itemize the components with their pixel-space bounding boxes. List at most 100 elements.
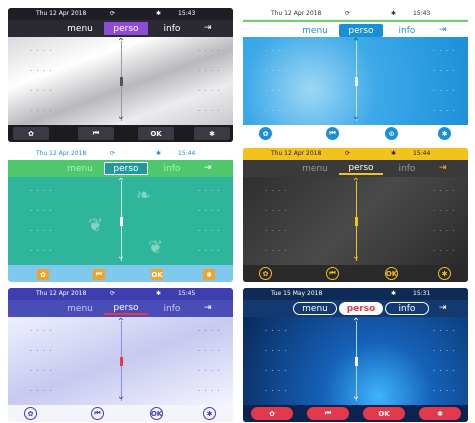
bluetooth-button[interactable]: ✱	[203, 407, 216, 420]
chevron-up-icon[interactable]: ⌃	[114, 317, 128, 328]
tab-info[interactable]: info	[385, 24, 429, 37]
exit-icon[interactable]: ⇥	[204, 303, 212, 313]
left-key-1[interactable]: · · · ·	[30, 187, 53, 195]
back-button[interactable]: ⏮	[91, 407, 104, 420]
scroll-thumb[interactable]	[355, 217, 358, 226]
settings-button[interactable]: ✿	[13, 127, 49, 140]
bluetooth-button[interactable]: ✱	[203, 269, 215, 280]
back-button[interactable]: ⏮	[78, 127, 114, 140]
bluetooth-button[interactable]: ✱	[419, 407, 461, 420]
right-key-1[interactable]: · · · ·	[198, 327, 221, 335]
left-key-3[interactable]: · · · ·	[265, 227, 288, 235]
right-key-4[interactable]: · · · ·	[198, 247, 221, 255]
settings-button[interactable]: ✿	[37, 269, 49, 280]
right-key-4[interactable]: · · · ·	[198, 107, 221, 115]
right-key-4[interactable]: · · · ·	[198, 387, 221, 395]
right-key-1[interactable]: · · · ·	[433, 47, 456, 55]
left-key-1[interactable]: · · · ·	[265, 47, 288, 55]
tab-info[interactable]: info	[150, 22, 194, 35]
ok-button[interactable]: OK	[150, 407, 163, 420]
right-key-2[interactable]: · · · ·	[433, 207, 456, 215]
chevron-down-icon[interactable]: ⌄	[114, 251, 128, 262]
ok-button[interactable]: OK	[385, 267, 398, 280]
back-button[interactable]: ⏮	[307, 407, 349, 420]
right-key-4[interactable]: · · · ·	[433, 387, 456, 395]
chevron-down-icon[interactable]: ⌄	[114, 111, 128, 122]
exit-icon[interactable]: ⇥	[204, 23, 212, 33]
tab-menu[interactable]: menu	[58, 22, 102, 35]
settings-button[interactable]: ✿	[24, 407, 37, 420]
chevron-up-icon[interactable]: ⌃	[349, 37, 363, 48]
left-key-4[interactable]: · · · ·	[265, 107, 288, 115]
left-key-4[interactable]: · · · ·	[265, 387, 288, 395]
tab-perso[interactable]: perso	[104, 22, 148, 35]
settings-button[interactable]: ✿	[259, 127, 272, 140]
right-key-2[interactable]: · · · ·	[433, 347, 456, 355]
right-key-2[interactable]: · · · ·	[198, 67, 221, 75]
tab-info[interactable]: info	[150, 302, 194, 315]
back-button[interactable]: ⏮	[93, 269, 105, 280]
bluetooth-button[interactable]: ✱	[438, 127, 451, 140]
left-key-3[interactable]: · · · ·	[30, 227, 53, 235]
tab-perso[interactable]: perso	[104, 302, 148, 315]
back-button[interactable]: ⏮	[326, 127, 339, 140]
exit-icon[interactable]: ⇥	[439, 303, 447, 313]
left-key-4[interactable]: · · · ·	[265, 247, 288, 255]
tab-menu[interactable]: menu	[58, 302, 102, 315]
left-key-1[interactable]: · · · ·	[30, 327, 53, 335]
right-key-4[interactable]: · · · ·	[433, 107, 456, 115]
exit-icon[interactable]: ⇥	[439, 163, 447, 173]
right-key-1[interactable]: · · · ·	[198, 187, 221, 195]
scroll-thumb[interactable]	[120, 217, 123, 226]
ok-button[interactable]: ⊙	[385, 127, 398, 140]
chevron-down-icon[interactable]: ⌄	[114, 391, 128, 402]
ok-button[interactable]: OK	[151, 269, 163, 280]
left-key-1[interactable]: · · · ·	[30, 47, 53, 55]
ok-button[interactable]: OK	[138, 127, 174, 140]
exit-icon[interactable]: ⇥	[439, 25, 447, 35]
left-key-1[interactable]: · · · ·	[265, 327, 288, 335]
chevron-up-icon[interactable]: ⌃	[114, 177, 128, 188]
tab-menu[interactable]: menu	[293, 24, 337, 37]
bluetooth-button[interactable]: ✱	[194, 127, 230, 140]
chevron-up-icon[interactable]: ⌃	[114, 37, 128, 48]
right-key-4[interactable]: · · · ·	[433, 247, 456, 255]
tab-menu[interactable]: menu	[58, 162, 102, 175]
left-key-2[interactable]: · · · ·	[30, 67, 53, 75]
scroll-thumb[interactable]	[120, 357, 123, 366]
left-key-2[interactable]: · · · ·	[265, 207, 288, 215]
tab-perso[interactable]: perso	[104, 162, 148, 175]
left-key-2[interactable]: · · · ·	[265, 347, 288, 355]
tab-menu[interactable]: menu	[293, 162, 337, 175]
tab-info[interactable]: info	[385, 162, 429, 175]
tab-menu[interactable]: menu	[293, 302, 337, 315]
right-key-1[interactable]: · · · ·	[433, 187, 456, 195]
chevron-down-icon[interactable]: ⌄	[349, 111, 363, 122]
right-key-1[interactable]: · · · ·	[433, 327, 456, 335]
left-key-4[interactable]: · · · ·	[30, 107, 53, 115]
left-key-3[interactable]: · · · ·	[30, 87, 53, 95]
exit-icon[interactable]: ⇥	[204, 163, 212, 173]
ok-button[interactable]: OK	[363, 407, 405, 420]
left-key-2[interactable]: · · · ·	[30, 207, 53, 215]
scroll-thumb[interactable]	[120, 77, 123, 86]
right-key-2[interactable]: · · · ·	[198, 207, 221, 215]
left-key-4[interactable]: · · · ·	[30, 387, 53, 395]
settings-button[interactable]: ✿	[259, 267, 272, 280]
scroll-thumb[interactable]	[355, 357, 358, 366]
right-key-3[interactable]: · · · ·	[433, 87, 456, 95]
right-key-1[interactable]: · · · ·	[198, 47, 221, 55]
chevron-down-icon[interactable]: ⌄	[349, 251, 363, 262]
tab-perso[interactable]: perso	[339, 162, 383, 175]
left-key-3[interactable]: · · · ·	[265, 367, 288, 375]
chevron-up-icon[interactable]: ⌃	[349, 177, 363, 188]
right-key-3[interactable]: · · · ·	[198, 227, 221, 235]
tab-perso[interactable]: perso	[339, 24, 383, 37]
scroll-thumb[interactable]	[355, 77, 358, 86]
right-key-3[interactable]: · · · ·	[433, 367, 456, 375]
left-key-2[interactable]: · · · ·	[30, 347, 53, 355]
tab-perso[interactable]: perso	[339, 302, 383, 315]
right-key-3[interactable]: · · · ·	[198, 367, 221, 375]
right-key-2[interactable]: · · · ·	[433, 67, 456, 75]
left-key-4[interactable]: · · · ·	[30, 247, 53, 255]
